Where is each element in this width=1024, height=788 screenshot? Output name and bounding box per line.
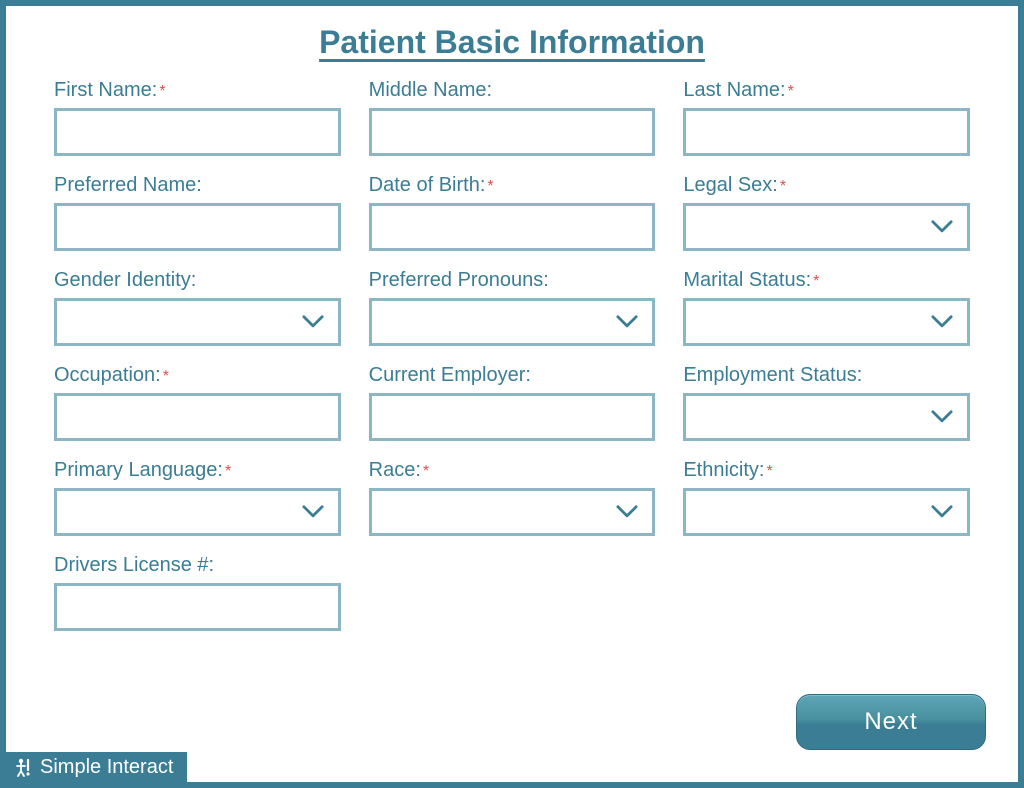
label-text: Ethnicity:	[683, 459, 764, 482]
label-drivers-license: Drivers License #:	[54, 554, 341, 577]
field-gender-identity: Gender Identity:	[54, 269, 341, 346]
label-text: Date of Birth:	[369, 174, 486, 197]
first-name-input[interactable]	[54, 108, 341, 156]
middle-name-input[interactable]	[369, 108, 656, 156]
label-date-of-birth: Date of Birth: *	[369, 174, 656, 197]
primary-language-select[interactable]	[54, 488, 341, 536]
label-last-name: Last Name: *	[683, 79, 970, 102]
field-employment-status: Employment Status:	[683, 364, 970, 441]
label-preferred-name: Preferred Name:	[54, 174, 341, 197]
field-date-of-birth: Date of Birth: *	[369, 174, 656, 251]
employment-status-select[interactable]	[683, 393, 970, 441]
label-middle-name: Middle Name:	[369, 79, 656, 102]
last-name-input[interactable]	[683, 108, 970, 156]
required-mark: *	[487, 178, 493, 196]
field-race: Race: *	[369, 459, 656, 536]
chevron-down-icon	[931, 409, 953, 423]
chevron-down-icon	[931, 314, 953, 328]
field-current-employer: Current Employer:	[369, 364, 656, 441]
label-text: Last Name:	[683, 79, 785, 102]
required-mark: *	[225, 463, 231, 481]
field-ethnicity: Ethnicity: *	[683, 459, 970, 536]
label-text: Legal Sex:	[683, 174, 778, 197]
required-mark: *	[766, 463, 772, 481]
field-drivers-license: Drivers License #:	[54, 554, 341, 631]
brand-text: Simple Interact	[40, 756, 173, 779]
required-mark: *	[163, 368, 169, 386]
chevron-down-icon	[302, 504, 324, 518]
label-text: Preferred Name:	[54, 174, 202, 197]
gender-identity-select[interactable]	[54, 298, 341, 346]
marital-status-select[interactable]	[683, 298, 970, 346]
next-button-label: Next	[864, 708, 917, 736]
race-select[interactable]	[369, 488, 656, 536]
label-text: Middle Name:	[369, 79, 492, 102]
form-grid: First Name: * Middle Name: Last Name: * …	[6, 67, 1018, 631]
label-primary-language: Primary Language: *	[54, 459, 341, 482]
preferred-pronouns-select[interactable]	[369, 298, 656, 346]
label-text: Employment Status:	[683, 364, 862, 387]
brand-footer: Simple Interact	[6, 752, 187, 782]
chevron-down-icon	[931, 219, 953, 233]
drivers-license-input[interactable]	[54, 583, 341, 631]
chevron-down-icon	[616, 314, 638, 328]
next-button[interactable]: Next	[796, 694, 986, 750]
label-race: Race: *	[369, 459, 656, 482]
legal-sex-select[interactable]	[683, 203, 970, 251]
label-gender-identity: Gender Identity:	[54, 269, 341, 292]
label-text: Primary Language:	[54, 459, 223, 482]
date-of-birth-input[interactable]	[369, 203, 656, 251]
required-mark: *	[423, 463, 429, 481]
field-occupation: Occupation: *	[54, 364, 341, 441]
required-mark: *	[788, 83, 794, 101]
label-text: Marital Status:	[683, 269, 811, 292]
field-legal-sex: Legal Sex: *	[683, 174, 970, 251]
label-employment-status: Employment Status:	[683, 364, 970, 387]
required-mark: *	[813, 273, 819, 291]
label-text: Occupation:	[54, 364, 161, 387]
label-marital-status: Marital Status: *	[683, 269, 970, 292]
label-text: First Name:	[54, 79, 157, 102]
field-first-name: First Name: *	[54, 79, 341, 156]
label-occupation: Occupation: *	[54, 364, 341, 387]
ethnicity-select[interactable]	[683, 488, 970, 536]
occupation-input[interactable]	[54, 393, 341, 441]
label-legal-sex: Legal Sex: *	[683, 174, 970, 197]
field-preferred-name: Preferred Name:	[54, 174, 341, 251]
required-mark: *	[159, 83, 165, 101]
preferred-name-input[interactable]	[54, 203, 341, 251]
page-title: Patient Basic Information	[6, 6, 1018, 67]
brand-icon	[14, 757, 34, 777]
chevron-down-icon	[616, 504, 638, 518]
label-text: Drivers License #:	[54, 554, 214, 577]
label-current-employer: Current Employer:	[369, 364, 656, 387]
field-middle-name: Middle Name:	[369, 79, 656, 156]
label-preferred-pronouns: Preferred Pronouns:	[369, 269, 656, 292]
label-first-name: First Name: *	[54, 79, 341, 102]
required-mark: *	[780, 178, 786, 196]
label-text: Race:	[369, 459, 421, 482]
label-text: Current Employer:	[369, 364, 531, 387]
field-last-name: Last Name: *	[683, 79, 970, 156]
current-employer-input[interactable]	[369, 393, 656, 441]
label-text: Preferred Pronouns:	[369, 269, 549, 292]
field-preferred-pronouns: Preferred Pronouns:	[369, 269, 656, 346]
chevron-down-icon	[931, 504, 953, 518]
label-text: Gender Identity:	[54, 269, 196, 292]
label-ethnicity: Ethnicity: *	[683, 459, 970, 482]
field-marital-status: Marital Status: *	[683, 269, 970, 346]
app-frame: Patient Basic Information First Name: * …	[0, 0, 1024, 788]
chevron-down-icon	[302, 314, 324, 328]
field-primary-language: Primary Language: *	[54, 459, 341, 536]
